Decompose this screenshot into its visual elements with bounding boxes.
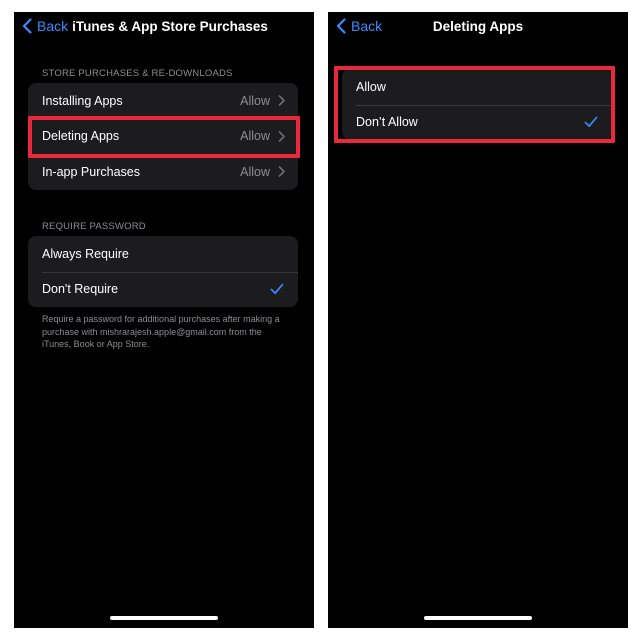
store-purchases-group: Installing Apps Allow Deleting Apps Allo… (28, 83, 298, 190)
section-header-store-purchases: STORE PURCHASES & RE-DOWNLOADS (42, 68, 233, 79)
chevron-right-icon (278, 166, 285, 177)
back-button[interactable]: Back (22, 18, 68, 34)
chevron-right-icon (278, 95, 285, 106)
row-label: In-app Purchases (42, 164, 140, 179)
row-label: Don’t Allow (356, 115, 418, 130)
row-label: Always Require (42, 246, 129, 261)
section-header-require-password: REQUIRE PASSWORD (42, 221, 146, 232)
installing-apps-row[interactable]: Installing Apps Allow (28, 83, 298, 119)
checkmark-icon (270, 283, 284, 294)
checkmark-icon (584, 116, 598, 127)
in-app-purchases-row[interactable]: In-app Purchases Allow (28, 154, 298, 190)
itunes-app-store-purchases-screen: Back iTunes & App Store Purchases STORE … (14, 12, 314, 628)
back-label: Back (351, 18, 383, 34)
navigation-bar: Back iTunes & App Store Purchases (14, 12, 314, 44)
row-label: Deleting Apps (42, 129, 120, 144)
chevron-right-icon (278, 130, 285, 142)
dont-allow-option-row[interactable]: Don’t Allow (342, 104, 612, 141)
dont-require-row[interactable]: Don't Require (28, 271, 298, 308)
chevron-left-icon (22, 18, 32, 34)
row-value: Allow (240, 129, 270, 144)
navigation-bar: Back Deleting Apps (328, 12, 628, 44)
row-value: Allow (240, 164, 270, 179)
row-value: Allow (240, 93, 270, 108)
page-title: iTunes & App Store Purchases (72, 19, 268, 34)
deleting-apps-row[interactable]: Deleting Apps Allow (28, 118, 298, 155)
home-indicator[interactable] (110, 616, 218, 620)
page-title: Deleting Apps (432, 19, 524, 34)
password-footer-text: Require a password for additional purcha… (42, 314, 280, 349)
back-button[interactable]: Back (336, 18, 382, 34)
row-label: Allow (356, 79, 386, 94)
chevron-left-icon (336, 18, 346, 34)
allow-option-row[interactable]: Allow (342, 69, 612, 105)
deleting-apps-options-group: Allow Don’t Allow (342, 69, 612, 140)
require-password-group: Always Require Don't Require (28, 236, 298, 307)
row-label: Don't Require (42, 282, 119, 297)
home-indicator[interactable] (424, 616, 532, 620)
deleting-apps-screen: Back Deleting Apps Allow Don’t Allow (328, 12, 628, 628)
always-require-row[interactable]: Always Require (28, 236, 298, 272)
row-label: Installing Apps (42, 93, 123, 108)
